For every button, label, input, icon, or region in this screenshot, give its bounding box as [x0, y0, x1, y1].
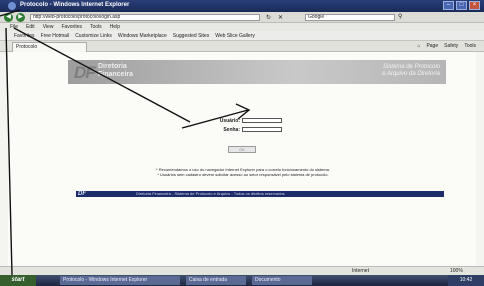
- maximize-button[interactable]: □: [456, 1, 467, 10]
- window-controls: – □ ×: [443, 1, 480, 10]
- security-zone: Internet: [352, 268, 369, 274]
- org-name-line1: Diretoria: [98, 63, 127, 70]
- favorite-link[interactable]: Suggested Sites: [173, 31, 209, 40]
- command-tools[interactable]: Tools: [464, 43, 476, 50]
- menu-bar: File Edit View Favorites Tools Help: [0, 23, 484, 31]
- home-icon[interactable]: ⌂: [417, 43, 420, 50]
- page-content: DF Diretoria Financeira Sistema de Proto…: [8, 52, 476, 266]
- minimize-button[interactable]: –: [443, 1, 454, 10]
- command-safety[interactable]: Safety: [444, 43, 458, 50]
- tab-bar: Protocolo ⌂ Page Safety Tools: [0, 41, 484, 52]
- favorite-link[interactable]: Free Hotmail: [41, 31, 70, 40]
- menu-item-edit[interactable]: Edit: [26, 23, 35, 31]
- notice-line-2: * Usuários sem cadastro devem solicitar …: [157, 172, 329, 177]
- taskbar-clock: 10:42: [448, 275, 484, 286]
- favorites-button[interactable]: Favorites: [14, 31, 35, 40]
- login-form: Usuário: Senha: OK: [198, 118, 288, 158]
- taskbar: start Protocolo - Windows Internet Explo…: [0, 275, 484, 286]
- search-icon[interactable]: ⚲: [398, 13, 402, 20]
- favorites-bar: Favorites Free Hotmail Customize Links W…: [0, 31, 484, 41]
- menu-item-view[interactable]: View: [43, 23, 54, 31]
- user-field[interactable]: [242, 118, 282, 123]
- command-bar: ⌂ Page Safety Tools: [417, 43, 476, 50]
- back-button[interactable]: ◀: [4, 13, 13, 22]
- stop-icon[interactable]: ✕: [278, 14, 283, 21]
- user-label: Usuário:: [219, 118, 240, 124]
- taskbar-item[interactable]: Protocolo - Windows Internet Explorer: [60, 276, 180, 285]
- org-name-line2: Financeira: [98, 71, 134, 78]
- ie-icon: [8, 2, 16, 10]
- start-button[interactable]: start: [0, 275, 36, 286]
- close-button[interactable]: ×: [469, 1, 480, 10]
- footer-logo: DF: [78, 191, 86, 197]
- password-label: Senha:: [223, 127, 240, 133]
- forward-button[interactable]: ▶: [16, 13, 25, 22]
- menu-item-help[interactable]: Help: [110, 23, 120, 31]
- favorite-link[interactable]: Web Slice Gallery: [215, 31, 255, 40]
- site-banner: DF Diretoria Financeira Sistema de Proto…: [68, 60, 446, 84]
- ok-button[interactable]: OK: [228, 146, 256, 153]
- refresh-icon[interactable]: ↻: [266, 14, 271, 21]
- password-field[interactable]: [242, 127, 282, 132]
- system-title-line2: e Arquivo da Diretoria: [382, 71, 440, 77]
- taskbar-item[interactable]: Documento: [252, 276, 312, 285]
- taskbar-item[interactable]: Caixa de entrada: [186, 276, 246, 285]
- address-toolbar: ◀ ▶ http://web-protocolo/protocolo/login…: [0, 12, 484, 23]
- page-footer: DF Diretoria Financeira - Sistema de Pro…: [76, 191, 444, 197]
- window-title: Protocolo - Windows Internet Explorer: [20, 2, 130, 8]
- search-input[interactable]: Google: [305, 14, 395, 21]
- favorite-link[interactable]: Windows Marketplace: [118, 31, 167, 40]
- zoom-level[interactable]: 100%: [450, 268, 463, 275]
- footer-text: Diretoria Financeira - Sistema de Protoc…: [136, 191, 285, 196]
- system-title-line1: Sistema de Protocolo: [382, 64, 440, 70]
- menu-item-tools[interactable]: Tools: [90, 23, 102, 31]
- menu-item-favorites[interactable]: Favorites: [61, 23, 82, 31]
- favorite-link[interactable]: Customize Links: [75, 31, 112, 40]
- window-titlebar: Protocolo - Windows Internet Explorer – …: [0, 0, 484, 12]
- status-bar: Internet 100%: [0, 266, 484, 275]
- site-logo: DF: [74, 63, 96, 82]
- address-input[interactable]: http://web-protocolo/protocolo/login.asp: [30, 14, 260, 21]
- menu-item-file[interactable]: File: [10, 23, 18, 31]
- tab-protocolo[interactable]: Protocolo: [12, 42, 87, 52]
- command-page[interactable]: Page: [426, 43, 438, 50]
